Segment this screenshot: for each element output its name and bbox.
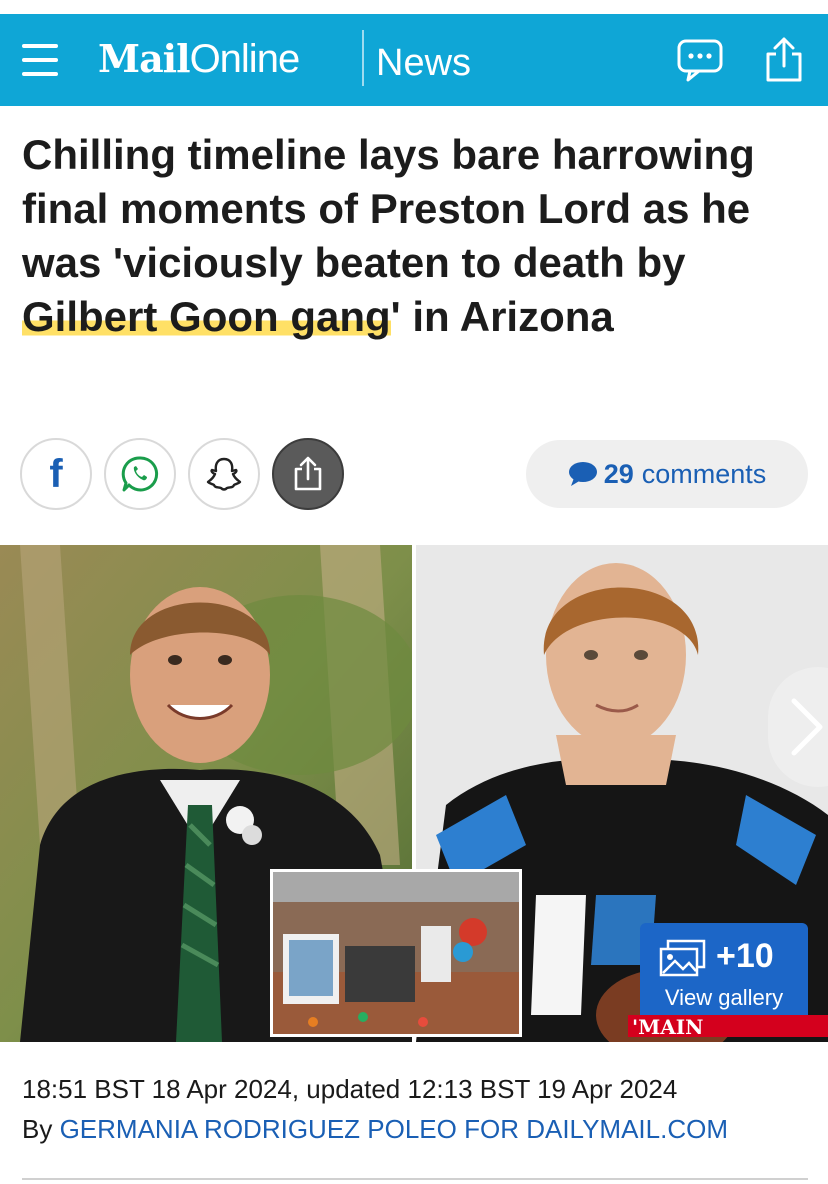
facebook-share-button[interactable]: f — [20, 438, 92, 510]
headline-text: Chilling timeline lays bare harrowing fi… — [22, 131, 755, 286]
comments-count: 29 — [603, 458, 634, 489]
article-headline: Chilling timeline lays bare harrowing fi… — [22, 128, 812, 344]
author-link[interactable]: GERMANIA RODRIGUEZ POLEO FOR DAILYMAIL.C… — [60, 1114, 728, 1144]
chevron-right-icon — [791, 698, 823, 756]
main-attacker-caption: 'MAIN ATTACKER' — [628, 1015, 828, 1037]
header-divider — [362, 30, 364, 86]
share-icon[interactable] — [760, 36, 808, 84]
headline-highlight-link[interactable]: Gilbert Goon gang — [22, 293, 391, 340]
byline: By GERMANIA RODRIGUEZ POLEO FOR DAILYMAI… — [22, 1110, 728, 1148]
snapchat-share-button[interactable] — [188, 438, 260, 510]
facebook-icon: f — [49, 451, 63, 496]
logo-online-text: Online — [189, 37, 301, 81]
gallery-count: +10 — [716, 937, 774, 975]
share-bar: f 29 comments — [20, 438, 810, 514]
view-gallery-button[interactable]: +10 View gallery — [640, 923, 808, 1021]
share-icon — [294, 456, 322, 491]
comment-bubble-icon — [568, 462, 597, 486]
view-gallery-label: View gallery — [664, 985, 784, 1010]
whatsapp-icon — [121, 456, 159, 492]
chat-bubble-icon[interactable] — [676, 36, 724, 84]
gallery-icon — [659, 939, 706, 977]
article-lead-image[interactable]: +10 View gallery 'MAIN ATTACKER' — [0, 545, 828, 1042]
whatsapp-share-button[interactable] — [104, 438, 176, 510]
bottom-divider — [22, 1178, 808, 1180]
section-title[interactable]: News — [376, 42, 471, 85]
mailonline-logo[interactable]: MailOnline — [98, 36, 301, 82]
more-share-button[interactable] — [272, 438, 344, 510]
publish-date: 18:51 BST 18 Apr 2024, updated 12:13 BST… — [22, 1074, 678, 1104]
site-header: MailOnline News — [0, 14, 828, 106]
snapchat-icon — [206, 457, 242, 491]
comments-label: comments — [641, 458, 767, 489]
status-spacer — [0, 0, 828, 14]
byline-prefix: By — [22, 1114, 53, 1144]
memorial-inset-photo — [270, 869, 522, 1037]
comments-button[interactable]: 29 comments — [526, 440, 808, 508]
headline-text-end: ' in Arizona — [390, 293, 614, 340]
logo-mail-text: Mail — [98, 36, 191, 81]
hamburger-menu-icon[interactable] — [22, 40, 58, 80]
